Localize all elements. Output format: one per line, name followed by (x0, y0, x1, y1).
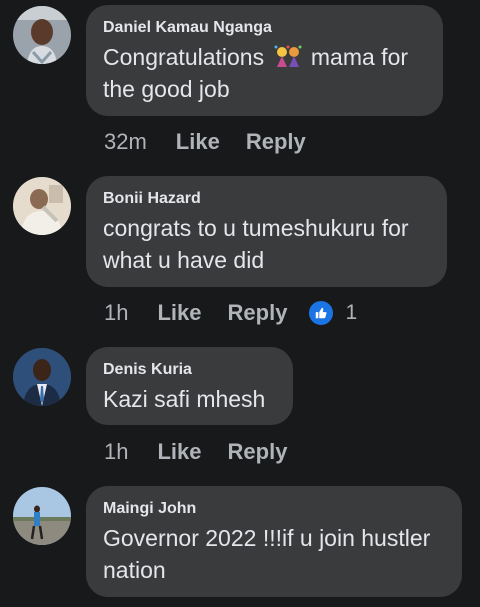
comment-bubble: Denis Kuria Kazi safi mhesh (86, 347, 293, 425)
reaction-summary[interactable]: 1 (307, 299, 357, 327)
comment-bubble: Bonii Hazard congrats to u tumeshukuru f… (86, 176, 447, 287)
like-button[interactable]: Like (157, 300, 201, 326)
reply-button[interactable]: Reply (228, 300, 288, 326)
comment-actions: 32m Like Reply (104, 127, 332, 157)
avatar[interactable] (13, 177, 71, 235)
comment-bubble: Daniel Kamau Nganga Congratulations mama… (86, 5, 443, 116)
like-button[interactable]: Like (157, 439, 201, 465)
thumbs-up-icon (307, 299, 336, 327)
reply-button[interactable]: Reply (228, 439, 288, 465)
avatar[interactable] (13, 348, 71, 406)
comment-text: Congratulations mama for the good job (103, 41, 426, 105)
comment-author[interactable]: Daniel Kamau Nganga (103, 18, 426, 38)
comment-actions: 1h Like Reply 1 (104, 298, 357, 328)
comment-text: Governor 2022 !!!if u join hustler natio… (103, 525, 431, 583)
comment-author[interactable]: Maingi John (103, 499, 445, 519)
avatar-image (13, 348, 71, 406)
comment-bubble: Maingi John Governor 2022 !!!if u join h… (86, 486, 462, 597)
avatar-image (13, 487, 71, 545)
avatar-image (13, 177, 71, 235)
comment-text: congrats to u tumeshukuru for what u hav… (103, 215, 409, 273)
reaction-count: 1 (345, 301, 358, 324)
comment-author[interactable]: Bonii Hazard (103, 189, 430, 209)
avatar-image (13, 6, 71, 64)
comment-timestamp[interactable]: 1h (104, 300, 128, 326)
comment-timestamp[interactable]: 1h (104, 439, 128, 465)
comments-feed: Daniel Kamau Nganga Congratulations mama… (0, 0, 480, 607)
comment-text-part: Congratulations (103, 44, 271, 70)
comment-text: Kazi safi mhesh (103, 386, 266, 412)
party-popper-icon (273, 43, 303, 69)
reply-button[interactable]: Reply (246, 129, 306, 155)
like-button[interactable]: Like (176, 129, 220, 155)
comment-timestamp[interactable]: 32m (104, 129, 147, 155)
comment-author[interactable]: Denis Kuria (103, 360, 276, 380)
comment-actions: 1h Like Reply (104, 437, 313, 467)
avatar[interactable] (13, 487, 71, 545)
avatar[interactable] (13, 6, 71, 64)
